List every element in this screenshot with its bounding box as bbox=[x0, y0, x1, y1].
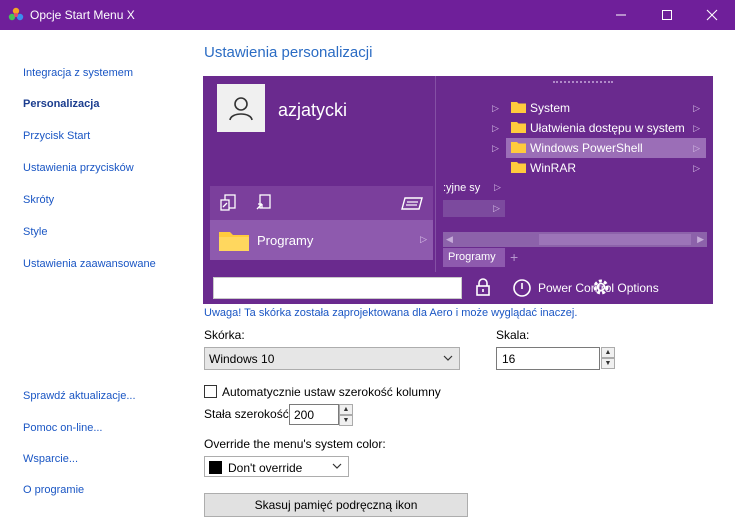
sidebar-item-shortcuts[interactable]: Skróty bbox=[23, 194, 54, 206]
scale-value: 16 bbox=[502, 352, 516, 366]
scale-input[interactable]: 16 bbox=[496, 347, 600, 370]
close-icon bbox=[706, 9, 718, 21]
chevron-right-icon: ▷ bbox=[492, 143, 499, 153]
folder-icon bbox=[511, 122, 526, 133]
chevron-right-icon: ▷ bbox=[493, 203, 500, 213]
skin-select-value: Windows 10 bbox=[209, 352, 275, 366]
auto-width-label[interactable]: Automatycznie ustaw szerokość kolumny bbox=[222, 385, 441, 399]
title-bar[interactable]: Opcje Start Menu X bbox=[0, 0, 735, 30]
preview-menu-item-highlighted: ▷ Windows PowerShell ▷ bbox=[492, 138, 706, 158]
override-color-label: Override the menu's system color: bbox=[204, 437, 386, 451]
gear-icon bbox=[593, 279, 609, 295]
chevron-right-icon: ▷ bbox=[492, 103, 499, 113]
folder-icon bbox=[511, 162, 526, 173]
sidebar-item-integration[interactable]: Integracja z systemem bbox=[23, 67, 133, 79]
support-link[interactable]: Wsparcie... bbox=[23, 453, 78, 465]
skin-label: Skórka: bbox=[204, 328, 245, 342]
options-window: Opcje Start Menu X Integracja z systemem… bbox=[0, 0, 735, 527]
check-updates-link[interactable]: Sprawdź aktualizacje... bbox=[23, 390, 136, 402]
chevron-right-icon: ▷ bbox=[693, 143, 700, 153]
avatar bbox=[217, 84, 265, 132]
sidebar-item-personalization[interactable]: Personalizacja bbox=[23, 98, 99, 110]
sidebar-item-start-button[interactable]: Przycisk Start bbox=[23, 130, 90, 142]
grip-icon bbox=[553, 81, 613, 84]
preview-menu-item: ▷ System ▷ bbox=[492, 101, 700, 115]
window-title: Opcje Start Menu X bbox=[30, 8, 135, 22]
document-shortcut-icon bbox=[254, 193, 274, 218]
sidebar-item-advanced[interactable]: Ustawienia zaawansowane bbox=[23, 258, 156, 270]
close-button[interactable] bbox=[689, 0, 735, 30]
chevron-right-icon: ▷ bbox=[693, 103, 700, 113]
pin-shortcut-icon bbox=[219, 193, 239, 218]
online-help-link[interactable]: Pomoc on-line... bbox=[23, 422, 102, 434]
preview-programs-button: Programy ▷ bbox=[210, 220, 433, 260]
scroll-left-icon: ◀ bbox=[446, 234, 453, 244]
override-color-select[interactable]: Don't override bbox=[204, 456, 349, 477]
scale-stepper[interactable]: ▲ ▼ bbox=[601, 347, 615, 369]
scrollbar-thumb bbox=[539, 234, 691, 245]
chevron-right-icon: ▷ bbox=[693, 163, 700, 173]
preview-menu-item: WinRAR ▷ bbox=[506, 158, 706, 178]
fixed-width-stepper[interactable]: ▲ ▼ bbox=[339, 404, 353, 426]
spin-down-icon[interactable]: ▼ bbox=[601, 358, 615, 369]
user-icon bbox=[229, 97, 253, 121]
preview-tab: Programy bbox=[443, 248, 505, 267]
spin-up-icon[interactable]: ▲ bbox=[601, 347, 615, 358]
preview-menu-row: ▷ bbox=[443, 200, 505, 217]
preview-search-box bbox=[213, 277, 462, 299]
chevron-right-icon: ▷ bbox=[693, 123, 700, 133]
override-color-value: Don't override bbox=[228, 461, 303, 475]
fixed-width-input[interactable]: 200 bbox=[289, 404, 339, 425]
chevron-right-icon: ▷ bbox=[494, 182, 501, 192]
skin-warning: Uwaga! Ta skórka została zaprojektowana … bbox=[204, 307, 578, 319]
preview-menu-item: ▷ Ułatwienia dostępu w system ▷ bbox=[492, 121, 700, 135]
minimize-button[interactable] bbox=[598, 0, 644, 30]
run-icon bbox=[400, 193, 424, 218]
preview-username: azjatycki bbox=[278, 100, 348, 120]
preview-partial-item: :yjne sy bbox=[443, 182, 481, 194]
scroll-right-icon: ▶ bbox=[697, 234, 704, 244]
folder-icon bbox=[511, 142, 526, 153]
minimize-icon bbox=[616, 14, 626, 16]
color-swatch bbox=[209, 461, 222, 474]
chevron-down-icon bbox=[443, 355, 453, 361]
preview-scrollbar: ◀ ▶ bbox=[443, 232, 707, 247]
chevron-right-icon: ▷ bbox=[420, 234, 427, 244]
fixed-width-label: Stała szerokość: bbox=[204, 407, 293, 421]
power-icon bbox=[513, 279, 531, 297]
scale-label: Skala: bbox=[496, 328, 530, 342]
chevron-right-icon: ▷ bbox=[492, 123, 499, 133]
folder-icon bbox=[511, 102, 526, 113]
preview-divider bbox=[435, 76, 436, 272]
lock-icon bbox=[476, 278, 490, 296]
spin-up-icon[interactable]: ▲ bbox=[339, 404, 353, 415]
preview-left-pane: azjatycki Programy ▷ bbox=[203, 76, 435, 304]
skin-preview: azjatycki Programy ▷ ▷ System ▷ ▷ Ułatwi… bbox=[203, 76, 713, 304]
folder-icon bbox=[219, 232, 249, 251]
preview-right-pane: ▷ System ▷ ▷ Ułatwienia dostępu w system… bbox=[443, 76, 713, 304]
preview-programs-label: Programy bbox=[257, 233, 314, 248]
clear-icon-cache-button[interactable]: Skasuj pamięć podręczną ikon bbox=[204, 493, 468, 517]
skin-select[interactable]: Windows 10 bbox=[204, 347, 460, 370]
maximize-button[interactable] bbox=[644, 0, 690, 30]
sidebar-item-button-settings[interactable]: Ustawienia przycisków bbox=[23, 162, 134, 174]
preview-icon-bar bbox=[210, 186, 433, 220]
plus-icon: + bbox=[510, 249, 519, 265]
maximize-icon bbox=[662, 10, 672, 20]
sidebar-item-styles[interactable]: Style bbox=[23, 226, 47, 238]
app-logo-icon bbox=[8, 7, 24, 21]
spin-down-icon[interactable]: ▼ bbox=[339, 415, 353, 426]
fixed-width-value: 200 bbox=[294, 408, 315, 422]
about-link[interactable]: O programie bbox=[23, 484, 84, 496]
chevron-down-icon bbox=[332, 463, 342, 469]
auto-width-checkbox[interactable] bbox=[204, 385, 217, 398]
page-title: Ustawienia personalizacji bbox=[204, 44, 373, 61]
